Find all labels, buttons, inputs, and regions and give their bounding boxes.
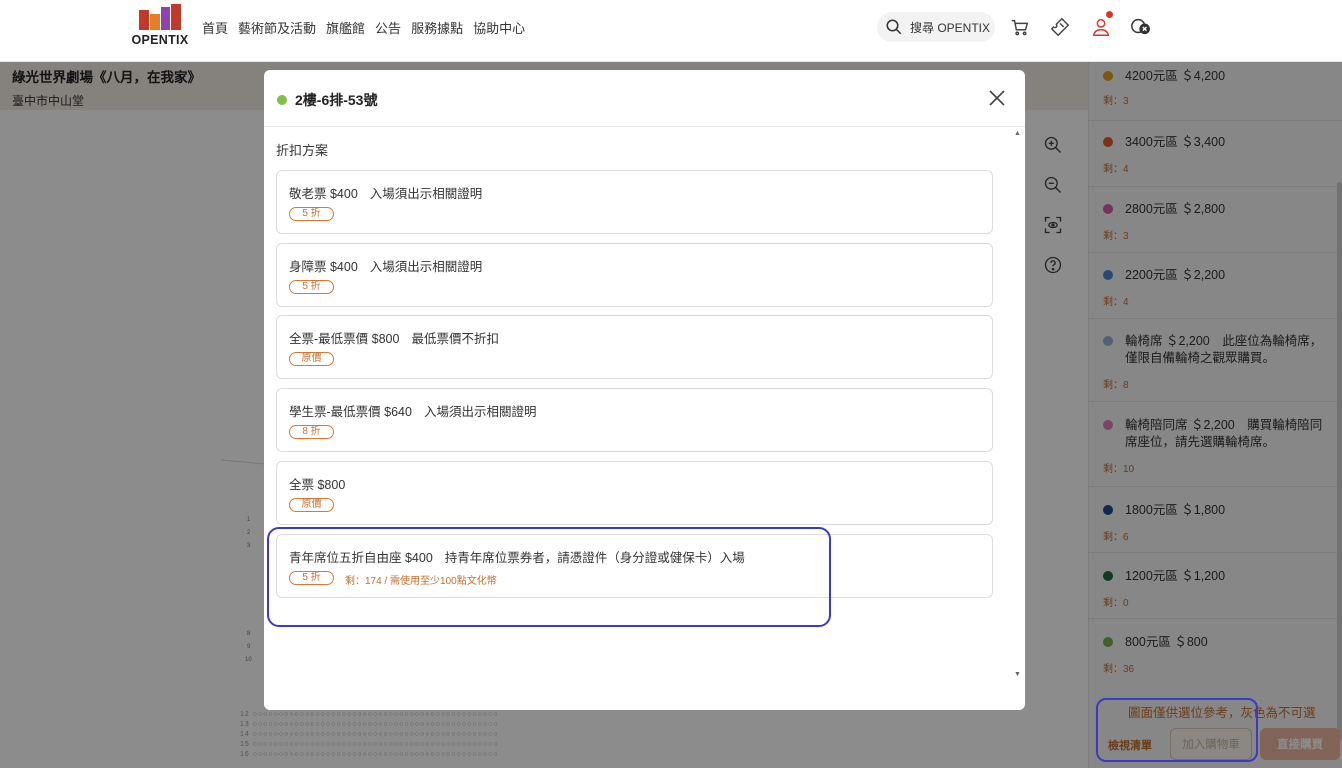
discount-tag: 5 折 xyxy=(289,207,334,221)
discount-tag: 原價 xyxy=(289,352,334,366)
option-note: 入場須出示相關證明 xyxy=(369,187,483,201)
nav-item-service-points[interactable]: 服務據點 xyxy=(411,18,463,37)
scroll-down-arrow[interactable]: ▼ xyxy=(1014,671,1021,678)
user-icon xyxy=(1092,18,1110,36)
logo-text: OPENTIX xyxy=(131,33,189,47)
option-name: 全票 $800 xyxy=(289,478,346,492)
nav-item-announcements[interactable]: 公告 xyxy=(375,18,401,37)
discount-option[interactable]: 敬老票 $400 入場須出示相關證明 5 折 xyxy=(276,170,993,234)
search-label: 搜尋 OPENTIX xyxy=(910,20,991,35)
search-box[interactable]: 搜尋 OPENTIX xyxy=(877,12,995,42)
opentix-logo[interactable]: OPENTIX xyxy=(130,4,190,48)
discount-tag: 5 折 xyxy=(289,280,334,294)
option-text: 學生票-最低票價 $640 入場須出示相關證明 xyxy=(289,401,536,420)
option-text: 敬老票 $400 入場須出示相關證明 xyxy=(289,183,482,202)
option-text: 全票-最低票價 $800 最低票價不折扣 xyxy=(289,328,499,347)
cart-button[interactable] xyxy=(1007,14,1033,40)
option-text: 全票 $800 xyxy=(289,474,345,493)
main-nav: 首頁 藝術節及活動 旗艦館 公告 服務據點 協助中心 xyxy=(202,18,525,37)
option-name: 身障票 $400 xyxy=(289,260,358,274)
discount-tag: 原價 xyxy=(289,498,334,512)
accessibility-icon xyxy=(1131,18,1150,35)
modal-header: 2樓-6排-53號 xyxy=(264,70,1025,127)
seat-label: 2樓-6排-53號 xyxy=(295,92,378,108)
accessibility-button[interactable] xyxy=(1128,14,1154,40)
option-note: 最低票價不折扣 xyxy=(411,332,499,346)
discount-tag: 8 折 xyxy=(289,425,334,439)
option-text: 身障票 $400 入場須出示相關證明 xyxy=(289,256,482,275)
ticket-button[interactable] xyxy=(1047,14,1073,40)
discount-option[interactable]: 學生票-最低票價 $640 入場須出示相關證明 8 折 xyxy=(276,388,993,452)
discount-option[interactable]: 身障票 $400 入場須出示相關證明 5 折 xyxy=(276,243,993,307)
logo-mark-icon xyxy=(139,4,181,30)
option-note: 入場須出示相關證明 xyxy=(423,405,537,419)
option-note: 入場須出示相關證明 xyxy=(369,260,483,274)
notification-dot xyxy=(1106,11,1113,18)
top-header: OPENTIX 首頁 藝術節及活動 旗艦館 公告 服務據點 協助中心 搜尋 OP… xyxy=(0,0,1342,62)
scroll-up-arrow[interactable]: ▲ xyxy=(1014,130,1021,137)
discount-option[interactable]: 全票 $800 原價 xyxy=(276,461,993,525)
nav-item-festivals[interactable]: 藝術節及活動 xyxy=(238,18,316,37)
discount-option[interactable]: 全票-最低票價 $800 最低票價不折扣 原價 xyxy=(276,315,993,379)
highlight-box xyxy=(267,527,831,627)
option-name: 學生票-最低票價 $640 xyxy=(289,405,412,419)
cart-icon xyxy=(1011,19,1029,36)
close-icon[interactable] xyxy=(986,87,1008,109)
seat-color-dot xyxy=(277,95,287,105)
section-title: 折扣方案 xyxy=(276,143,329,158)
ticket-icon xyxy=(1050,17,1070,37)
nav-item-home[interactable]: 首頁 xyxy=(202,18,228,37)
option-name: 全票-最低票價 $800 xyxy=(289,332,400,346)
search-icon xyxy=(886,19,902,35)
highlight-box xyxy=(1096,698,1258,762)
member-button[interactable] xyxy=(1088,11,1114,40)
option-name: 敬老票 $400 xyxy=(289,187,358,201)
nav-item-flagship[interactable]: 旗艦館 xyxy=(326,18,365,37)
nav-item-help[interactable]: 協助中心 xyxy=(473,18,525,37)
